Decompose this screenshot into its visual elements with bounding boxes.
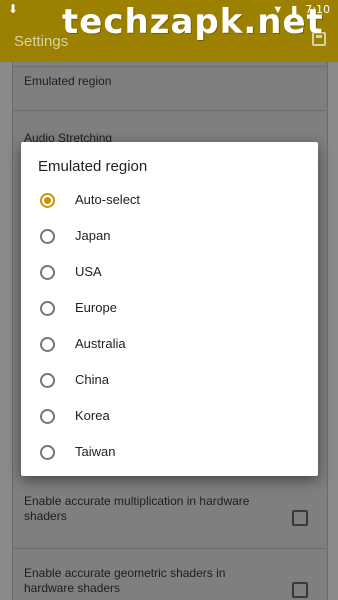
divider bbox=[12, 110, 326, 111]
emulated-region-dialog: Emulated region Auto-select Japan USA Eu… bbox=[21, 142, 318, 476]
option-label: Auto-select bbox=[75, 192, 141, 207]
radio-button[interactable] bbox=[40, 229, 55, 244]
setting-label: Emulated region bbox=[24, 74, 112, 88]
radio-button[interactable] bbox=[40, 301, 55, 316]
setting-label: Enable accurate geometric shaders in har… bbox=[24, 566, 226, 595]
option-label: USA bbox=[75, 264, 102, 279]
radio-button-checked[interactable] bbox=[40, 193, 55, 208]
option-label: Europe bbox=[75, 300, 117, 315]
download-notification-icon: ⬇ bbox=[8, 2, 19, 16]
option-australia[interactable]: Australia bbox=[21, 326, 318, 362]
divider bbox=[12, 66, 326, 67]
radio-button[interactable] bbox=[40, 445, 55, 460]
option-label: Japan bbox=[75, 228, 111, 243]
setting-label: Enable accurate multiplication in hardwa… bbox=[24, 494, 250, 523]
page-title: Settings bbox=[14, 33, 69, 50]
option-auto-select[interactable]: Auto-select bbox=[21, 182, 318, 218]
option-label: Korea bbox=[75, 408, 110, 423]
checkbox[interactable] bbox=[292, 582, 308, 598]
divider bbox=[12, 548, 326, 549]
option-label: Australia bbox=[75, 336, 126, 351]
option-europe[interactable]: Europe bbox=[21, 290, 318, 326]
radio-button[interactable] bbox=[40, 337, 55, 352]
radio-button[interactable] bbox=[40, 373, 55, 388]
option-label: Taiwan bbox=[75, 444, 116, 459]
checkbox[interactable] bbox=[292, 510, 308, 526]
radio-button[interactable] bbox=[40, 265, 55, 280]
option-japan[interactable]: Japan bbox=[21, 218, 318, 254]
watermark: techzapk.net bbox=[62, 2, 324, 42]
dialog-title: Emulated region bbox=[38, 158, 148, 175]
option-label: China bbox=[75, 372, 109, 387]
option-taiwan[interactable]: Taiwan bbox=[21, 434, 318, 470]
option-korea[interactable]: Korea bbox=[21, 398, 318, 434]
option-usa[interactable]: USA bbox=[21, 254, 318, 290]
radio-button[interactable] bbox=[40, 409, 55, 424]
option-china[interactable]: China bbox=[21, 362, 318, 398]
